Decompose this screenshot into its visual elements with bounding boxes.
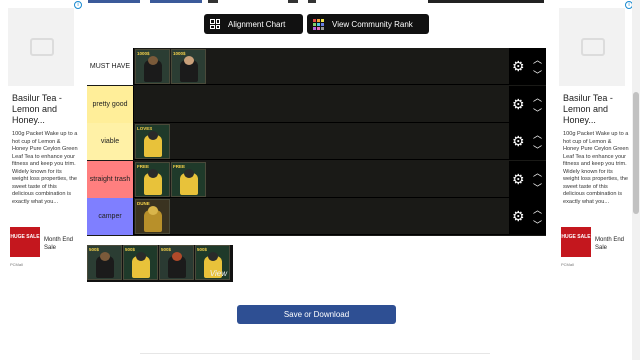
alignment-chart-label: Alignment Chart [228,19,286,29]
ad-sale-text[interactable]: Month End Sale [595,236,629,252]
chevron-down-icon[interactable]: ﹀ [533,106,542,119]
bald-man-suit-card[interactable]: 1000$ [171,49,206,84]
alignment-chart-button[interactable]: Alignment Chart [204,14,303,34]
unranked-items-pool: 500$ 500$ 500$ 500$ View [87,245,233,282]
tier-items: 1000$ 1000$ [135,48,206,85]
view-community-rank-button[interactable]: View Community Rank [307,14,429,34]
card-caption: 500$ [161,247,172,252]
character-head [172,252,182,261]
yellow-suit-fighter-card[interactable]: FREE [135,161,170,197]
card-caption: FREE [173,163,186,169]
chevron-up-icon[interactable]: ︿ [533,91,542,104]
yellow-suit-fighter-card[interactable]: LOVES [135,124,170,160]
ad-title[interactable]: Basilur Tea - Lemon and Honey... [563,93,629,126]
tier-list: MUST HAVE 1000$ 1000$ ⚙ ︿ ﹀ pretty good ⚙ ︿ ﹀ viab… [87,48,546,236]
card-caption: 500$ [125,247,136,252]
character-head [100,252,110,261]
character-head [148,168,158,178]
view-community-rank-label: View Community Rank [332,19,413,29]
tier-row: viable LOVES ⚙ ︿ ﹀ [87,123,546,161]
bearded-man-suit-card[interactable]: 1000$ [135,49,170,84]
card-view-overlay[interactable]: View [210,269,227,278]
page-scrollbar[interactable] [632,0,640,360]
ad-brand: PCMall [10,262,23,267]
character-head [136,252,146,261]
ad-description: 100g Packet Wake up to a hot cup of Lemo… [12,131,78,205]
ad-brand: PCMall [561,262,574,267]
chevron-up-icon[interactable]: ︿ [533,53,542,66]
ad-sale-text[interactable]: Month End Sale [44,236,78,252]
tier-list-page: i Basilur Tea - Lemon and Honey... 100g … [0,0,640,360]
color-grid-icon [313,18,324,30]
tier-controls: ⚙ ︿ ﹀ [509,160,546,198]
card-caption: 500$ [197,247,208,252]
grid-icon [210,19,220,29]
tier-row: MUST HAVE 1000$ 1000$ ⚙ ︿ ﹀ [87,48,546,85]
tier-row: pretty good ⚙ ︿ ﹀ [87,85,546,123]
tier-row: camper DUNE ⚙ ︿ ﹀ [87,198,546,236]
tier-label[interactable]: viable [87,123,134,161]
yellow-suit-fighter-card[interactable]: 500$ [123,245,158,280]
card-caption: 500$ [89,247,100,252]
chevron-down-icon[interactable]: ﹀ [533,68,542,81]
tier-items: FREE FREE [135,161,206,198]
card-caption: FREE [137,163,150,169]
tier-label[interactable]: pretty good [87,85,134,123]
chevron-up-icon[interactable]: ︿ [533,166,542,179]
gear-icon[interactable]: ⚙ [512,209,526,223]
sale-badge[interactable]: HUGE SALE [561,227,591,257]
dark-haired-man-card[interactable]: 500$ [87,245,122,280]
gear-icon[interactable]: ⚙ [512,172,526,186]
card-caption: 1000$ [137,51,150,56]
tier-row: straight trash FREE FREE ⚙ ︿ ﹀ [87,160,546,198]
gear-icon[interactable]: ⚙ [512,97,526,111]
character-head [208,252,218,261]
red-haired-man-card[interactable]: 500$ [159,245,194,280]
save-or-download-button[interactable]: Save or Download [237,305,396,324]
tier-label[interactable]: camper [87,198,134,236]
tier-controls: ⚙ ︿ ﹀ [509,85,546,123]
scrollbar-thumb[interactable] [633,92,639,214]
ad-image-placeholder[interactable] [8,8,74,86]
yellow-suit-fighter-card[interactable]: 500$ View [195,245,230,280]
tier-controls: ⚙ ︿ ﹀ [509,48,546,85]
chevron-up-icon[interactable]: ︿ [533,128,542,141]
chevron-down-icon[interactable]: ﹀ [533,218,542,231]
chevron-up-icon[interactable]: ︿ [533,203,542,216]
gear-icon[interactable]: ⚙ [512,134,526,148]
golden-shield-card[interactable]: DUNE [135,199,170,235]
tier-label[interactable]: straight trash [87,160,134,198]
card-caption: LOVES [137,126,153,132]
tier-controls: ⚙ ︿ ﹀ [509,123,546,161]
ad-description: 100g Packet Wake up to a hot cup of Lemo… [563,131,629,205]
chevron-down-icon[interactable]: ﹀ [533,143,542,156]
left-ad[interactable]: i Basilur Tea - Lemon and Honey... 100g … [8,0,82,360]
tier-controls: ⚙ ︿ ﹀ [509,198,546,236]
tier-label[interactable]: MUST HAVE [87,48,134,85]
ad-title[interactable]: Basilur Tea - Lemon and Honey... [12,93,78,126]
ad-choices-icon[interactable]: i [74,1,82,9]
character-head [148,56,158,65]
tier-items: LOVES [135,123,170,160]
character-head [184,56,194,65]
card-caption: 1000$ [173,51,186,56]
gear-icon[interactable]: ⚙ [512,59,526,73]
right-ad[interactable]: i Basilur Tea - Lemon and Honey... 100g … [559,0,633,360]
ad-image-placeholder[interactable] [559,8,625,86]
tier-items: DUNE [135,198,170,235]
top-toolbar-remnant [88,0,548,4]
page-footer-divider [140,353,490,360]
yellow-suit-fighter-card[interactable]: FREE [171,161,206,197]
character-head [184,168,194,178]
card-caption: DUNE [137,201,150,207]
sale-badge[interactable]: HUGE SALE [10,227,40,257]
chevron-down-icon[interactable]: ﹀ [533,181,542,194]
